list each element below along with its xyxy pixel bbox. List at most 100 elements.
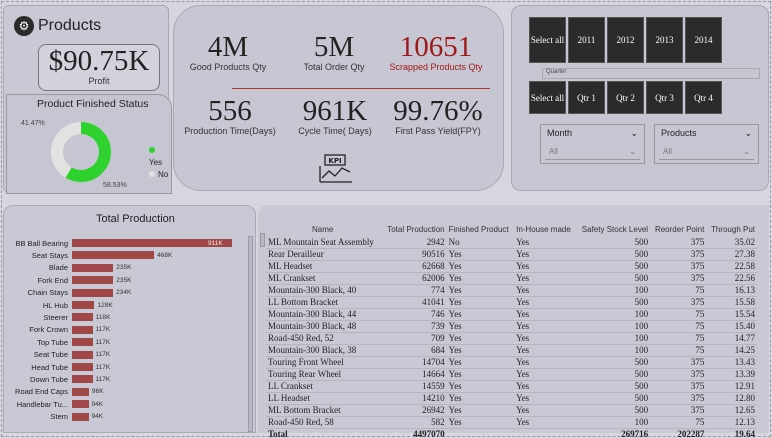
table-row[interactable]: LL Crankset 14559 Yes Yes 500 375 12.91 [266, 380, 757, 393]
table-row[interactable]: Road-450 Red, 58 582 Yes Yes 100 75 12.13 [266, 416, 757, 429]
bar-row[interactable]: BB Ball Bearing 911K [4, 238, 232, 248]
bar-row[interactable]: Fork End 235K [4, 275, 132, 285]
chevron-down-icon[interactable]: ⌄ [630, 128, 638, 139]
column-header[interactable]: Through Put [706, 221, 757, 237]
table-cell: 375 [650, 237, 707, 249]
table-cell: 100 [575, 332, 651, 345]
year-select-all[interactable]: Select all [529, 17, 566, 63]
chart-scrollbar[interactable] [248, 236, 253, 432]
bar[interactable] [72, 313, 93, 322]
bar-row[interactable]: Seat Stays 468K [4, 250, 173, 260]
chevron-down-icon[interactable]: ⌄ [744, 128, 752, 139]
year-2012[interactable]: 2012 [607, 17, 644, 63]
bar[interactable] [72, 387, 89, 396]
bar[interactable] [72, 400, 89, 409]
legend-yes[interactable]: Yes [149, 145, 171, 169]
table-row[interactable]: LL Bottom Bracket 41041 Yes Yes 500 375 15.58 [266, 296, 757, 309]
kpi-label: First Pass Yield(FPY) [395, 126, 481, 136]
bar-row[interactable]: Road End Caps 96K [4, 387, 103, 397]
bar-row[interactable]: Seat Tube 117K [4, 350, 110, 360]
year-2013[interactable]: 2013 [646, 17, 683, 63]
kpi-total-order[interactable]: 5M Total Order Qty [280, 32, 388, 72]
table-cell: 375 [650, 248, 707, 261]
table-row[interactable]: ML Bottom Bracket 26942 Yes Yes 500 375 12.65 [266, 404, 757, 417]
bar[interactable] [72, 375, 93, 384]
table-row[interactable]: Mountain-300 Black, 48 739 Yes Yes 100 75 15.4… [266, 320, 757, 333]
bar[interactable] [72, 363, 93, 371]
table-cell: 75 [650, 332, 707, 345]
bar[interactable] [72, 288, 114, 297]
table-row[interactable]: Mountain-300 Black, 44 746 Yes Yes 100 75 15.5… [266, 308, 757, 321]
quarter-qtr4[interactable]: Qtr 4 [685, 81, 722, 114]
bar[interactable] [72, 325, 93, 334]
table-row[interactable]: Mountain-300 Black, 38 684 Yes Yes 100 75 14.2… [266, 344, 757, 357]
kpi-first-pass-yield[interactable]: 99.76% First Pass Yield(FPY) [384, 96, 492, 136]
total-cell: Total [266, 428, 382, 438]
bar-row[interactable]: Head Tube 117K [4, 362, 110, 372]
kpi-production-time[interactable]: 556 Production Time(Days) [176, 96, 284, 136]
bar[interactable] [72, 412, 89, 421]
bar[interactable] [72, 276, 114, 285]
table-row[interactable]: ML Headset 62668 Yes Yes 500 375 22.58 [266, 260, 757, 273]
bar-row[interactable]: Steerer 118K [4, 312, 110, 322]
bar[interactable] [72, 301, 95, 309]
table-cell: Yes [514, 392, 576, 405]
table-row[interactable]: Touring Rear Wheel 14664 Yes Yes 500 375 13.39 [266, 368, 757, 381]
bar-row[interactable]: Chain Stays 234K [4, 288, 132, 298]
table-cell: 13.43 [706, 356, 757, 369]
month-dropdown[interactable]: Month ⌄ All ⌄ [540, 124, 645, 164]
profit-card[interactable]: $90.75K Profit [38, 44, 160, 91]
table-row[interactable]: Road-450 Red, 52 709 Yes Yes 100 75 14.77 [266, 332, 757, 345]
bar[interactable] [72, 251, 155, 260]
column-header[interactable]: Finished Product [447, 221, 515, 237]
quarter-qtr1[interactable]: Qtr 1 [568, 81, 605, 114]
bar-value-label: 117K [95, 338, 111, 346]
column-header[interactable]: Reorder Point [650, 221, 706, 237]
table-row[interactable]: Rear Derailleur 90516 Yes Yes 500 375 27.38 [266, 248, 757, 261]
bar-value-label: 235K [116, 264, 132, 272]
quarter-select-all[interactable]: Select all [529, 81, 566, 114]
column-header[interactable]: In-House made [514, 221, 576, 237]
quarter-qtr2[interactable]: Qtr 2 [607, 81, 644, 114]
year-2011[interactable]: 2011 [568, 17, 605, 63]
quarter-qtr3[interactable]: Qtr 3 [646, 81, 683, 114]
finished-status-donut[interactable] [49, 120, 113, 184]
bar-row[interactable]: HL Hub 128K [4, 300, 113, 310]
bar-row[interactable]: Stem 94K [4, 412, 103, 422]
table-row[interactable]: ML Crankset 62006 Yes Yes 500 375 22.56 [266, 272, 757, 285]
kpi-cycle-time[interactable]: 961K Cycle Time( Days) [281, 96, 389, 136]
table-cell: 500 [575, 404, 651, 417]
bar[interactable] [72, 350, 93, 359]
table-row[interactable]: LL Headset 14210 Yes Yes 500 375 12.80 [266, 392, 757, 405]
year-2014[interactable]: 2014 [685, 17, 722, 63]
table-row[interactable]: Mountain-300 Black, 40 774 Yes Yes 100 75 16.1… [266, 284, 757, 297]
table-row[interactable]: Touring Front Wheel 14704 Yes Yes 500 375 13.4… [266, 356, 757, 369]
bar[interactable] [72, 263, 114, 272]
table-cell: Mountain-300 Black, 44 [266, 308, 382, 321]
bar-row[interactable]: Down Tube 117K [4, 374, 110, 384]
table-cell: 62668 [381, 260, 447, 273]
table-cell: 500 [575, 260, 651, 273]
chevron-down-icon: ⌄ [743, 147, 750, 156]
bar-row[interactable]: Top Tube 117K [4, 337, 110, 347]
column-header[interactable]: Name [266, 221, 382, 237]
bar[interactable] [72, 338, 93, 347]
table-scrollbar[interactable] [260, 233, 265, 247]
table-cell: Yes [446, 320, 515, 333]
table-cell: 375 [650, 404, 707, 417]
table-cell: 100 [575, 416, 651, 429]
column-header[interactable]: Safety Stock Level [576, 221, 650, 237]
table-row[interactable]: ML Mountain Seat Assembly 2942 No Yes 500 375… [266, 237, 757, 249]
bar-row[interactable]: Blade 235K [4, 263, 132, 273]
column-header[interactable]: Total Production [382, 221, 447, 237]
bar-value-label: 128K [97, 301, 113, 309]
legend-no[interactable]: No [149, 169, 171, 181]
products-dropdown[interactable]: Products ⌄ All ⌄ [654, 124, 759, 164]
chart-title: Total Production [96, 213, 175, 225]
kpi-good-products[interactable]: 4M Good Products Qty [174, 32, 282, 72]
bar-row[interactable]: Handlebar Tu... 94K [4, 399, 103, 409]
bar-row[interactable]: Fork Crown 117K [4, 325, 110, 335]
kpi-scrapped-products[interactable]: 10651 Scrapped Products Qty [382, 32, 490, 72]
finished-status-card[interactable]: Product Finished Status 41.47% 58.53% Ye… [6, 94, 172, 194]
table-cell: 22.56 [706, 272, 757, 285]
